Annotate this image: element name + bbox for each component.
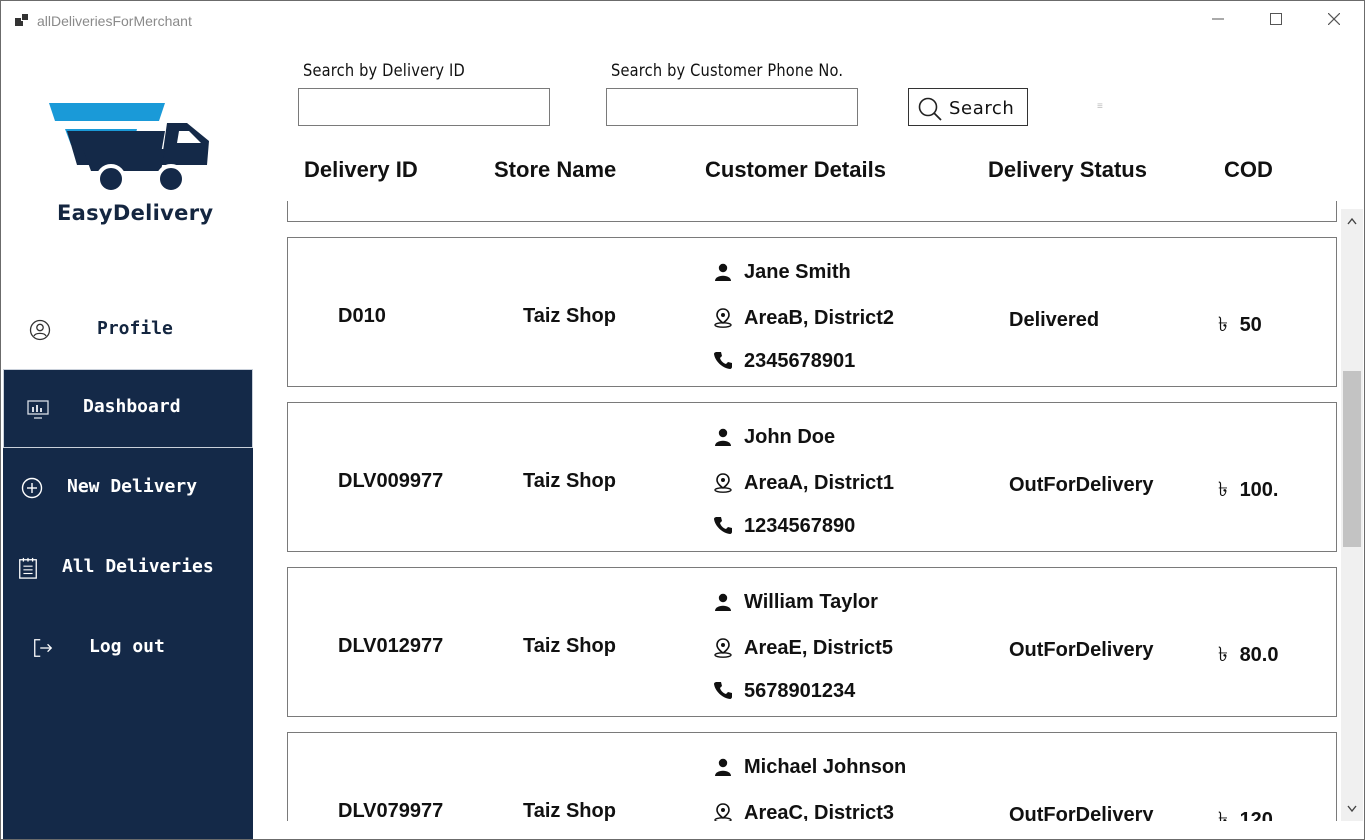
delivery-status: OutForDelivery (1009, 804, 1154, 821)
currency-symbol: ৳ (1218, 809, 1228, 821)
customer-name: John Doe (744, 426, 836, 448)
person-icon (715, 593, 731, 611)
store-name: Taiz Shop (523, 470, 616, 492)
phone-icon (714, 517, 732, 534)
customer-address: AreaA, District1 (744, 472, 895, 494)
delivery-status: Delivered (1009, 309, 1100, 331)
plus-circle-icon (21, 477, 43, 499)
customer-phone: 1234567890 (744, 515, 856, 537)
minimize-button[interactable] (1195, 7, 1241, 35)
delivery-id: D010 (338, 305, 386, 327)
sidebar-item-label: Profile (97, 318, 173, 339)
clipboard-icon (19, 557, 37, 579)
location-pin-icon (714, 308, 732, 328)
app-icon (15, 13, 31, 27)
logout-icon (34, 639, 53, 657)
sidebar-item-dashboard[interactable]: Dashboard (3, 369, 253, 448)
title-bar: allDeliveriesForMerchant (1, 1, 1364, 41)
location-pin-icon (714, 638, 732, 658)
location-pin-icon (714, 473, 732, 493)
search-button-label: Search (949, 98, 1015, 119)
customer-address: AreaE, District5 (744, 637, 893, 659)
sidebar-item-label: All Deliveries (62, 556, 214, 577)
header-store-name: Store Name (494, 157, 617, 182)
person-icon (715, 263, 731, 281)
cod-amount: ৳ 100. (1218, 475, 1279, 508)
currency-symbol: ৳ (1218, 479, 1228, 501)
monitor-chart-icon (27, 400, 49, 419)
search-button[interactable]: Search (908, 88, 1028, 126)
customer-phone: 2345678901 (744, 350, 856, 372)
scrollbar-thumb[interactable] (1343, 371, 1361, 547)
delivery-card[interactable]: D010 Taiz Shop Jane Smith AreaB, Distric… (287, 237, 1337, 387)
search-icon (918, 97, 942, 121)
delivery-id: DLV079977 (338, 800, 444, 821)
truck-logo-icon (49, 103, 209, 194)
cod-amount: ৳ 80.0 (1218, 640, 1279, 673)
header-delivery-status: Delivery Status (988, 157, 1147, 182)
scroll-down-button[interactable] (1341, 797, 1363, 821)
person-icon (715, 428, 731, 446)
delivery-card[interactable]: DLV012977 Taiz Shop William Taylor AreaE… (287, 567, 1337, 717)
header-delivery-id: Delivery ID (304, 157, 418, 182)
sidebar-item-logout[interactable]: Log out (3, 609, 253, 687)
currency-symbol: ৳ (1218, 644, 1228, 666)
customer-name: Jane Smith (744, 261, 851, 283)
customer-name: William Taylor (744, 591, 878, 613)
currency-symbol: ৳ (1218, 314, 1228, 336)
customer-address: AreaB, District2 (744, 307, 895, 329)
customer-address: AreaC, District3 (744, 802, 895, 821)
scroll-up-button[interactable] (1341, 209, 1363, 233)
store-name: Taiz Shop (523, 635, 616, 657)
phone-icon (714, 682, 732, 699)
chevron-down-icon (1347, 805, 1357, 813)
sidebar-item-label: Log out (89, 636, 165, 657)
phone-search-input[interactable] (606, 88, 858, 126)
sidebar-item-profile[interactable]: Profile (3, 291, 253, 369)
header-customer-details: Customer Details (705, 157, 886, 182)
sidebar-item-label: New Delivery (67, 476, 198, 497)
close-button[interactable] (1311, 7, 1357, 35)
delivery-status: OutForDelivery (1009, 474, 1154, 496)
delivery-status: OutForDelivery (1009, 639, 1154, 661)
delivery-card[interactable]: DLV009977 Taiz Shop John Doe AreaA, Dist… (287, 402, 1337, 552)
person-icon (715, 758, 731, 776)
deliveries-list[interactable]: D010 Taiz Shop Jane Smith AreaB, Distric… (281, 201, 1341, 821)
cod-value: 50 (1239, 314, 1262, 336)
chevron-up-icon (1347, 217, 1357, 225)
brand-name: EasyDelivery (57, 201, 214, 225)
maximize-button[interactable] (1253, 7, 1299, 35)
store-name: Taiz Shop (523, 800, 616, 821)
delivery-id-search-label: Search by Delivery ID (303, 61, 465, 81)
store-name: Taiz Shop (523, 305, 616, 327)
divider-mark: ≡ (1097, 101, 1103, 112)
cod-value: 80.0 (1239, 644, 1279, 666)
delivery-card[interactable]: DLV079977 Taiz Shop Michael Johnson Area… (287, 732, 1337, 821)
customer-name: Michael Johnson (744, 756, 907, 778)
phone-icon (714, 352, 732, 369)
cod-value: 120 (1239, 809, 1273, 821)
cod-value: 100. (1239, 479, 1279, 501)
delivery-id: DLV009977 (338, 470, 444, 492)
phone-search-label: Search by Customer Phone No. (611, 61, 844, 81)
cod-amount: ৳ 120 (1218, 805, 1273, 821)
cod-amount: ৳ 50 (1218, 310, 1262, 343)
customer-phone: 5678901234 (744, 680, 856, 702)
user-circle-icon (29, 319, 51, 341)
delivery-id: DLV012977 (338, 635, 444, 657)
sidebar-item-new-delivery[interactable]: New Delivery (3, 449, 253, 527)
sidebar-item-label: Dashboard (83, 396, 181, 417)
sidebar-item-all-deliveries[interactable]: All Deliveries (3, 529, 253, 607)
location-pin-icon (714, 803, 732, 821)
delivery-id-search-input[interactable] (298, 88, 550, 126)
delivery-card-partial (287, 201, 1337, 222)
window-title: allDeliveriesForMerchant (37, 13, 192, 29)
header-cod: COD (1224, 157, 1273, 182)
sidebar: EasyDelivery Profile Dashboard New Deliv… (3, 41, 253, 839)
app-window: allDeliveriesForMerchant EasyDelivery Pr… (0, 0, 1365, 840)
